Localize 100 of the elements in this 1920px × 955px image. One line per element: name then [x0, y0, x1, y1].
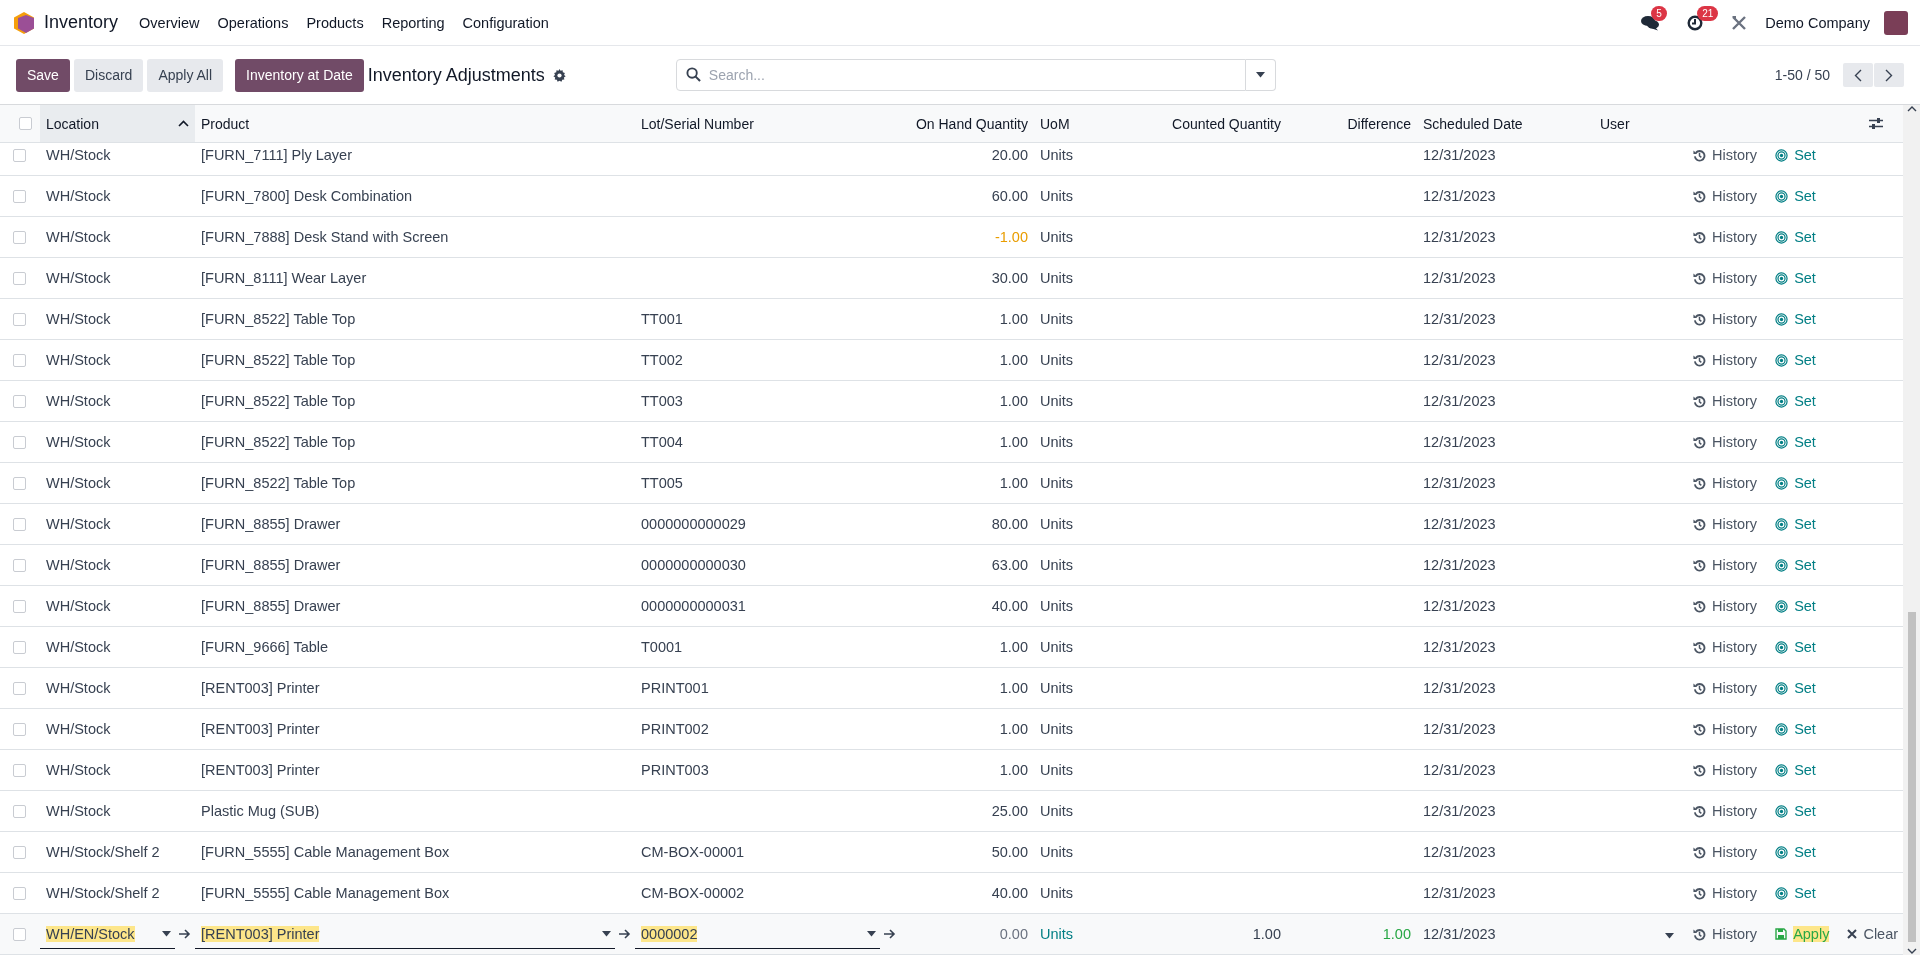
- history-button[interactable]: History: [1688, 268, 1763, 288]
- row-checkbox[interactable]: [13, 517, 26, 531]
- column-settings-icon[interactable]: [1869, 117, 1883, 130]
- row-checkbox[interactable]: [13, 599, 26, 613]
- set-button[interactable]: Set: [1770, 801, 1821, 821]
- row-checkbox[interactable]: [19, 117, 32, 130]
- history-button[interactable]: History: [1688, 473, 1763, 493]
- menu-item[interactable]: Products: [297, 8, 373, 37]
- history-button[interactable]: History: [1688, 350, 1763, 370]
- history-button[interactable]: History: [1688, 883, 1763, 903]
- settings-icon[interactable]: [552, 68, 566, 82]
- row-checkbox[interactable]: [13, 886, 26, 900]
- set-button[interactable]: Set: [1770, 596, 1821, 616]
- row-checkbox[interactable]: [13, 312, 26, 326]
- menu-item[interactable]: Reporting: [372, 8, 454, 37]
- clock-icon[interactable]: [1687, 14, 1704, 31]
- menu-item[interactable]: Overview: [130, 8, 209, 37]
- row-checkbox[interactable]: [13, 476, 26, 490]
- column-header[interactable]: Lot/Serial Number: [635, 105, 900, 142]
- discard-button[interactable]: Discard: [73, 58, 144, 92]
- set-button[interactable]: Set: [1770, 842, 1821, 862]
- column-header[interactable]: Difference: [1287, 105, 1417, 142]
- set-button[interactable]: Set: [1770, 391, 1821, 411]
- column-header[interactable]: On Hand Quantity: [900, 105, 1034, 142]
- set-button[interactable]: Set: [1770, 719, 1821, 739]
- history-button[interactable]: History: [1688, 391, 1763, 411]
- set-button[interactable]: Set: [1770, 514, 1821, 534]
- row-checkbox[interactable]: [13, 845, 26, 859]
- history-button[interactable]: History: [1688, 678, 1763, 698]
- clear-button[interactable]: Clear: [1842, 924, 1904, 944]
- history-button[interactable]: History: [1688, 555, 1763, 575]
- row-checkbox[interactable]: [13, 681, 26, 695]
- arrow-right-icon[interactable]: [179, 929, 191, 939]
- arrow-right-icon[interactable]: [619, 929, 631, 939]
- set-button[interactable]: Set: [1770, 555, 1821, 575]
- column-header[interactable]: Counted Quantity: [1160, 105, 1287, 142]
- set-button[interactable]: Set: [1770, 309, 1821, 329]
- column-header[interactable]: Product: [195, 105, 635, 142]
- history-button[interactable]: History: [1688, 309, 1763, 329]
- column-header[interactable]: UoM: [1034, 105, 1160, 142]
- row-checkbox[interactable]: [13, 271, 26, 285]
- set-button[interactable]: Set: [1770, 268, 1821, 288]
- row-checkbox[interactable]: [13, 435, 26, 449]
- pager-value[interactable]: 1-50 / 50: [1774, 67, 1830, 83]
- set-button[interactable]: Set: [1770, 473, 1821, 493]
- history-button[interactable]: History: [1688, 637, 1763, 657]
- row-checkbox[interactable]: [13, 763, 26, 777]
- column-header[interactable]: User: [1594, 105, 1680, 142]
- set-button[interactable]: Set: [1770, 883, 1821, 903]
- caret-down-icon[interactable]: [1255, 72, 1265, 78]
- row-checkbox[interactable]: [13, 722, 26, 736]
- next-button[interactable]: [1874, 63, 1904, 87]
- set-button[interactable]: Set: [1770, 145, 1821, 165]
- row-checkbox[interactable]: [13, 230, 26, 244]
- lot-field[interactable]: 0000002: [635, 919, 880, 949]
- set-button[interactable]: Set: [1770, 186, 1821, 206]
- column-header[interactable]: Location: [40, 105, 195, 142]
- row-checkbox[interactable]: [13, 189, 26, 203]
- row-checkbox[interactable]: [13, 148, 26, 162]
- search-options-button[interactable]: [1245, 59, 1276, 91]
- set-button[interactable]: Set: [1770, 227, 1821, 247]
- history-button[interactable]: History: [1688, 842, 1763, 862]
- row-checkbox[interactable]: [13, 394, 26, 408]
- history-button[interactable]: History: [1688, 514, 1763, 534]
- row-checkbox[interactable]: [13, 640, 26, 654]
- apply-all-button[interactable]: Apply All: [147, 58, 224, 92]
- row-checkbox[interactable]: [13, 558, 26, 572]
- user-avatar[interactable]: [1884, 10, 1908, 35]
- row-checkbox[interactable]: [13, 804, 26, 818]
- history-button[interactable]: History: [1688, 719, 1763, 739]
- previous-button[interactable]: [1843, 63, 1873, 87]
- search-field[interactable]: Search...: [675, 59, 1246, 91]
- history-button[interactable]: History: [1688, 186, 1763, 206]
- history-button[interactable]: History: [1688, 924, 1763, 944]
- set-button[interactable]: Set: [1770, 760, 1821, 780]
- chevron-down-icon[interactable]: [1906, 948, 1917, 955]
- save-button[interactable]: Save: [16, 58, 70, 92]
- location-field[interactable]: WH/EN/Stock: [40, 919, 175, 949]
- history-button[interactable]: History: [1688, 227, 1763, 247]
- column-header[interactable]: Scheduled Date: [1417, 105, 1594, 142]
- set-button[interactable]: Set: [1770, 432, 1821, 452]
- company-name[interactable]: Demo Company: [1765, 14, 1870, 31]
- scrollbar-thumb[interactable]: [1907, 612, 1916, 942]
- scrollbar[interactable]: [1903, 105, 1920, 955]
- history-button[interactable]: History: [1688, 432, 1763, 452]
- uom-link[interactable]: Units: [1040, 926, 1074, 942]
- set-button[interactable]: Set: [1770, 350, 1821, 370]
- arrow-right-icon[interactable]: [884, 929, 896, 939]
- history-button[interactable]: History: [1688, 596, 1763, 616]
- row-checkbox[interactable]: [13, 927, 26, 941]
- menu-item[interactable]: Operations: [208, 8, 298, 37]
- set-button[interactable]: Set: [1770, 637, 1821, 657]
- history-button[interactable]: History: [1688, 760, 1763, 780]
- row-checkbox[interactable]: [13, 353, 26, 367]
- chevron-up-icon[interactable]: [1906, 105, 1917, 112]
- history-button[interactable]: History: [1688, 801, 1763, 821]
- set-button[interactable]: Set: [1770, 678, 1821, 698]
- inventory-at-date-button[interactable]: Inventory at Date: [235, 58, 364, 92]
- menu-item[interactable]: Configuration: [453, 8, 558, 37]
- app-name[interactable]: Inventory: [42, 8, 121, 37]
